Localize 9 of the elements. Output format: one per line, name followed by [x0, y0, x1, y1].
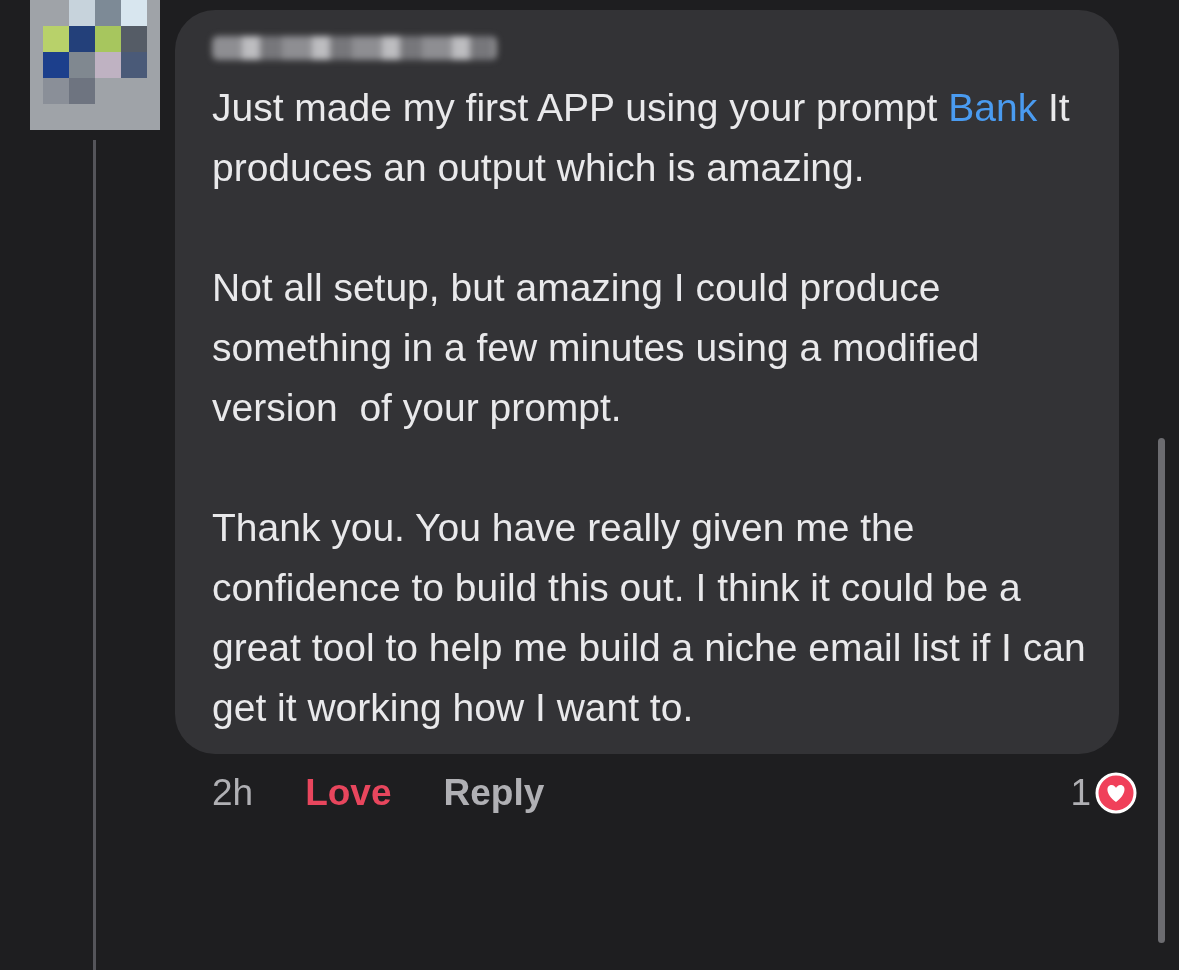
love-button[interactable]: Love — [305, 772, 392, 814]
comment-time: 2h — [212, 772, 254, 814]
scrollbar[interactable] — [1158, 438, 1165, 943]
comment-text: Just made my first APP using your prompt Bank It produces an output which is amazing. — [212, 85, 1071, 191]
comment-text: Not all setup, but amazing I could produce something in a few minutes using a modified version of your prompt. — [212, 265, 981, 431]
reply-button[interactable]: Reply — [443, 772, 545, 814]
mention-link[interactable]: Bank — [948, 86, 1038, 129]
reaction-count: 1 — [1070, 772, 1091, 814]
comment-text: Thank you. You have really given me the confidence to build this out. I think it could be a great tool to help me build a niche email list if I can get it working how I want to. — [212, 505, 1087, 731]
